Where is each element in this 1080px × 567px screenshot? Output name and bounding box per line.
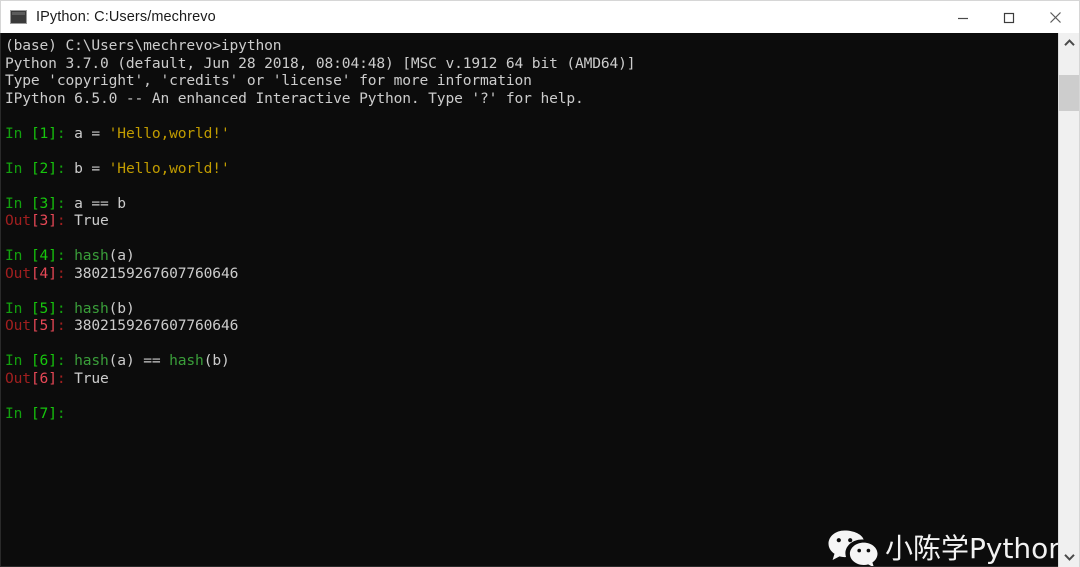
ipython-console-window: IPython: C:Users/mechrevo (base) C:\User… [0, 0, 1080, 567]
wechat-logo-icon [827, 528, 879, 566]
terminal-line-ipython-banner-line: IPython 6.5.0 -- An enhanced Interactive… [5, 89, 584, 107]
terminal-line-out-5: Out[5]: 3802159267607760646 [5, 317, 239, 334]
chevron-down-icon [1063, 554, 1075, 561]
scroll-down-button[interactable] [1059, 547, 1079, 567]
terminal-line-blank-2 [5, 142, 635, 160]
minimize-button[interactable] [940, 2, 986, 33]
terminal-line-out-3: Out[3]: True [5, 212, 109, 229]
terminal-screen[interactable]: (base) C:\Users\mechrevo>ipython Python 3… [1, 33, 1059, 566]
terminal-line-blank-4 [5, 230, 635, 248]
terminal-line-in-5: In [5]: hash(b) [5, 299, 135, 317]
terminal-line-blank-5 [5, 282, 635, 300]
window-controls [940, 2, 1078, 33]
terminal-line-in-6: In [6]: hash(a) == hash(b) [5, 352, 230, 369]
scrollbar-thumb[interactable] [1059, 75, 1079, 111]
brand-watermark-text: 小陈学Python [885, 532, 1059, 565]
scrollbar-track[interactable] [1059, 53, 1079, 547]
terminal-line-python-version-line: Python 3.7.0 (default, Jun 28 2018, 08:0… [5, 54, 636, 72]
chevron-up-icon [1063, 39, 1075, 46]
close-button[interactable] [1032, 2, 1078, 33]
terminal-line-blank-7 [5, 387, 635, 405]
maximize-button[interactable] [986, 2, 1032, 33]
terminal-line-in-1: In [1]: a = 'Hello,world!' [5, 124, 230, 142]
terminal-area[interactable]: (base) C:\Users\mechrevo>ipython Python 3… [0, 33, 1080, 567]
brand-watermark: 小陈学Python [827, 526, 1059, 566]
terminal-line-in-7: In [7]: [5, 404, 75, 422]
vertical-scrollbar[interactable] [1058, 33, 1080, 567]
terminal-line-in-4: In [4]: hash(a) [5, 247, 135, 264]
console-window-icon [10, 10, 27, 24]
terminal-line-in-2: In [2]: b = 'Hello,world!' [5, 159, 230, 177]
window-title: IPython: C:Users/mechrevo [36, 9, 216, 25]
terminal-line-blank-6 [5, 335, 635, 353]
terminal-text: (base) C:\Users\mechrevo>ipython Python 3… [5, 37, 636, 422]
scroll-up-button[interactable] [1059, 33, 1079, 53]
terminal-line-out-6: Out[6]: True [5, 369, 109, 387]
terminal-line-out-4: Out[4]: 3802159267607760646 [5, 264, 239, 282]
terminal-line-copyright-line: Type 'copyright', 'credits' or 'license'… [5, 72, 532, 89]
title-bar[interactable]: IPython: C:Users/mechrevo [0, 0, 1080, 33]
terminal-line-in-3: In [3]: a == b [5, 194, 126, 212]
terminal-line-blank-1 [5, 107, 635, 125]
terminal-line-blank-3 [5, 177, 635, 195]
terminal-line-shell-prompt-line: (base) C:\Users\mechrevo>ipython [5, 37, 282, 54]
